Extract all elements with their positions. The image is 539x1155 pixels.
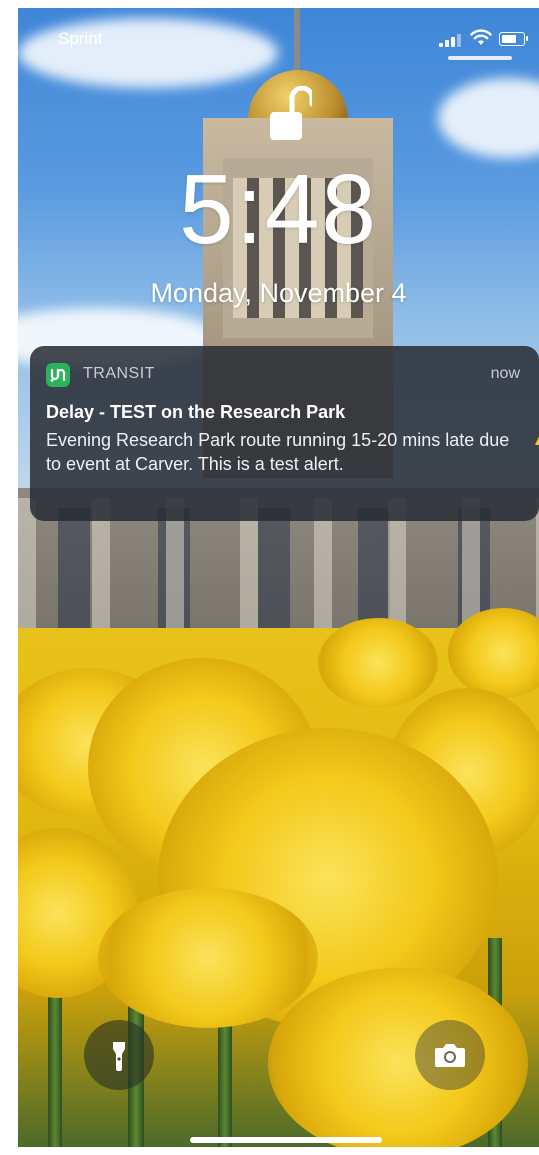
flashlight-icon: [113, 1042, 125, 1071]
battery-tip: [526, 36, 528, 41]
notification-timestamp: now: [490, 365, 520, 382]
notification-header: TRANSIT now: [46, 363, 526, 389]
control-center-indicator[interactable]: [448, 56, 512, 60]
wallpaper-flower-petal: [98, 888, 318, 1028]
lock-screen-time: 5:48: [179, 154, 378, 264]
camera-button[interactable]: [415, 1020, 485, 1090]
transit-app-icon: [46, 363, 70, 387]
wallpaper-accent: [535, 436, 539, 445]
carrier-name: Sprint: [58, 29, 103, 48]
wifi-icon: [470, 29, 492, 45]
unlocked-padlock-icon: [270, 86, 312, 140]
home-indicator[interactable]: [190, 1137, 382, 1143]
camera-icon: [435, 1044, 465, 1067]
notification-body: Evening Research Park route running 15-2…: [46, 430, 510, 474]
wallpaper-flower: [318, 618, 438, 708]
battery-level: [502, 35, 516, 43]
lock-screen: Sprint 5:48 Monday, November 4 TRANSIT n…: [18, 8, 539, 1147]
battery-icon: [499, 32, 525, 46]
transit-notification[interactable]: TRANSIT now Delay - TEST on the Research…: [30, 346, 539, 521]
flashlight-button[interactable]: [84, 1020, 154, 1090]
notification-title: Delay - TEST on the Research Park: [46, 402, 346, 422]
wallpaper-flower-petal: [268, 968, 528, 1147]
cellular-signal-icon: [439, 33, 463, 47]
status-bar: Sprint: [18, 8, 539, 68]
notification-app-name: TRANSIT: [83, 365, 155, 382]
lock-screen-date: Monday, November 4: [150, 278, 407, 308]
